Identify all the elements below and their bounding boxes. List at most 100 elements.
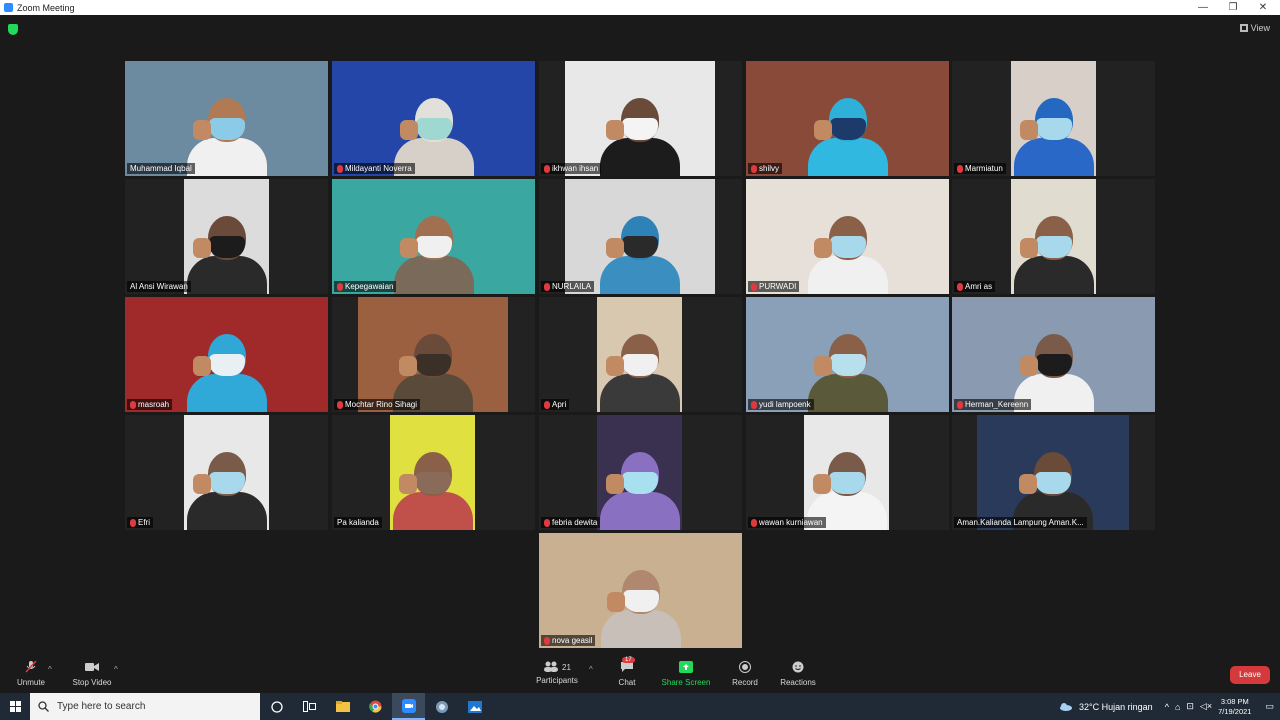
face-mask bbox=[622, 118, 658, 140]
record-button[interactable]: Record bbox=[728, 661, 762, 687]
window-titlebar: Zoom Meeting — ❐ ✕ bbox=[0, 0, 1280, 15]
participant-tile[interactable]: Efri bbox=[125, 415, 328, 530]
unmute-button[interactable]: Unmute bbox=[14, 660, 48, 687]
notifications-icon[interactable]: ▭ bbox=[1265, 701, 1274, 712]
participant-name-tag: PURWADI bbox=[748, 281, 800, 292]
start-button[interactable] bbox=[0, 693, 30, 720]
view-button[interactable]: View bbox=[1239, 23, 1270, 33]
participant-tile[interactable]: ikhwan ihsan bbox=[539, 61, 742, 176]
chrome-icon[interactable] bbox=[359, 693, 392, 720]
video-options-caret-icon[interactable]: ^ bbox=[114, 665, 118, 674]
stop-video-button[interactable]: Stop Video bbox=[70, 661, 114, 687]
participant-video bbox=[539, 533, 742, 648]
participant-name: Efri bbox=[138, 518, 150, 527]
usb-icon[interactable]: ⌂ bbox=[1175, 702, 1180, 712]
raised-fist bbox=[1019, 120, 1038, 140]
participant-name-tag: Pa kalianda bbox=[334, 517, 382, 528]
participant-video bbox=[597, 297, 682, 412]
snipping-tool-icon[interactable] bbox=[425, 693, 458, 720]
show-hidden-icons-chevron-icon[interactable]: ^ bbox=[1165, 702, 1169, 712]
participant-tile[interactable]: Mildayanti Noverra bbox=[332, 61, 535, 176]
raised-fist bbox=[192, 238, 211, 258]
raised-fist bbox=[399, 120, 418, 140]
minimize-button[interactable]: — bbox=[1188, 0, 1218, 15]
participant-tile[interactable]: Al Ansi Wirawan bbox=[125, 179, 328, 294]
taskbar-search[interactable]: Type here to search bbox=[30, 693, 260, 720]
reactions-button[interactable]: Reactions bbox=[778, 661, 818, 687]
participant-tile[interactable]: yudi lampoenk bbox=[746, 297, 949, 412]
participant-tile[interactable]: Mochtar Rino Sihagi bbox=[332, 297, 535, 412]
participant-video bbox=[746, 61, 949, 176]
raised-fist bbox=[812, 474, 831, 494]
participant-tile[interactable]: shilvy bbox=[746, 61, 949, 176]
participant-figure bbox=[599, 334, 680, 412]
participants-options-caret-icon[interactable]: ^ bbox=[589, 665, 593, 674]
raised-fist bbox=[1019, 356, 1038, 376]
close-button[interactable]: ✕ bbox=[1248, 0, 1278, 15]
raised-fist bbox=[605, 356, 624, 376]
participant-tile[interactable]: Muhammad Iqbal bbox=[125, 61, 328, 176]
participant-video bbox=[358, 297, 508, 412]
participant-tile[interactable]: Kepegawaian bbox=[332, 179, 535, 294]
participant-tile[interactable]: febria dewita bbox=[539, 415, 742, 530]
clock[interactable]: 3:08 PM 7/19/2021 bbox=[1218, 697, 1251, 717]
participant-video bbox=[1011, 179, 1096, 294]
participant-tile[interactable]: Aman.Kalianda Lampung Aman.K... bbox=[952, 415, 1155, 530]
cortana-icon[interactable] bbox=[260, 693, 293, 720]
search-icon bbox=[38, 701, 49, 712]
participant-tile[interactable]: masroah bbox=[125, 297, 328, 412]
clock-date: 7/19/2021 bbox=[1218, 706, 1252, 716]
participant-tile[interactable]: Herman_Kereenn bbox=[952, 297, 1155, 412]
photos-icon[interactable] bbox=[458, 693, 491, 720]
participant-video bbox=[125, 297, 328, 412]
participant-tile[interactable]: nova geasil bbox=[539, 533, 742, 648]
face-mask bbox=[1035, 354, 1072, 376]
participant-name-tag: masroah bbox=[127, 399, 173, 410]
participant-name-tag: wawan kurniawan bbox=[748, 517, 826, 528]
participant-tile[interactable]: Pa kalianda bbox=[332, 415, 535, 530]
participant-name-tag: Efri bbox=[127, 517, 153, 528]
face-mask bbox=[621, 354, 658, 376]
participant-name: PURWADI bbox=[759, 282, 797, 291]
participant-name: Pa kalianda bbox=[337, 518, 379, 527]
raised-fist bbox=[605, 474, 624, 494]
participant-figure bbox=[186, 216, 267, 294]
face-mask bbox=[415, 354, 451, 376]
zoom-taskbar-icon[interactable] bbox=[392, 693, 425, 720]
audio-options-caret-icon[interactable]: ^ bbox=[48, 665, 52, 674]
raised-fist bbox=[606, 120, 624, 140]
windows-taskbar: Type here to search 32°C Hujan ringan ^ … bbox=[0, 693, 1280, 720]
participant-name-tag: shilvy bbox=[748, 163, 783, 174]
leave-button[interactable]: Leave bbox=[1230, 666, 1270, 684]
weather-text[interactable]: 32°C Hujan ringan bbox=[1079, 702, 1153, 712]
participants-button[interactable]: 21 Participants bbox=[534, 661, 580, 685]
participant-video bbox=[184, 179, 269, 294]
share-screen-button[interactable]: Share Screen bbox=[660, 661, 712, 687]
task-view-icon[interactable] bbox=[293, 693, 326, 720]
participant-tile[interactable]: PURWADI bbox=[746, 179, 949, 294]
unmute-label: Unmute bbox=[16, 678, 45, 687]
file-explorer-icon[interactable] bbox=[326, 693, 359, 720]
participant-name-tag: Mochtar Rino Sihagi bbox=[334, 399, 421, 410]
volume-muted-icon[interactable]: ◁× bbox=[1200, 701, 1212, 712]
participant-name: Amri as bbox=[965, 282, 993, 291]
participant-name: Mildayanti Noverra bbox=[345, 164, 412, 173]
participant-tile[interactable]: Apri bbox=[539, 297, 742, 412]
face-mask bbox=[208, 354, 245, 376]
participant-tile[interactable]: NURLAILA bbox=[539, 179, 742, 294]
participant-tile[interactable]: Marmiatun bbox=[952, 61, 1155, 176]
chat-button[interactable]: 17 Chat bbox=[612, 657, 642, 687]
raised-fist bbox=[606, 592, 625, 612]
muted-microphone-icon bbox=[130, 400, 136, 409]
participant-video bbox=[125, 61, 328, 176]
weather-cloud-icon[interactable] bbox=[1059, 702, 1073, 711]
muted-microphone-icon bbox=[751, 282, 757, 291]
participant-tile[interactable]: Amri as bbox=[952, 179, 1155, 294]
participant-video bbox=[746, 297, 949, 412]
maximize-button[interactable]: ❐ bbox=[1218, 0, 1248, 15]
participant-name-tag: Amri as bbox=[954, 281, 996, 292]
encryption-shield-icon[interactable] bbox=[8, 24, 18, 35]
participant-name-tag: NURLAILA bbox=[541, 281, 595, 292]
participant-tile[interactable]: wawan kurniawan bbox=[746, 415, 949, 530]
network-icon[interactable]: ⊡ bbox=[1186, 701, 1194, 712]
